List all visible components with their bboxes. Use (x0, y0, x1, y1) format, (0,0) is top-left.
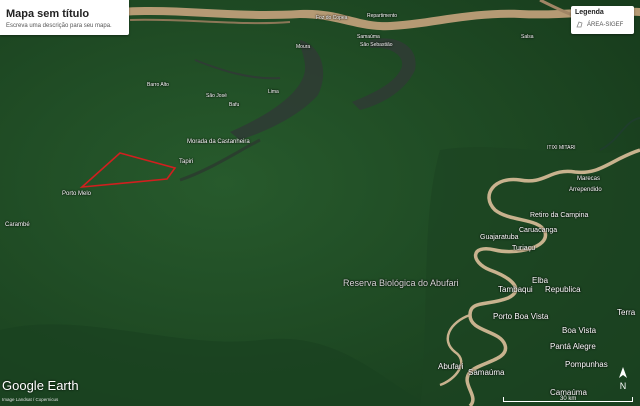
place-label: Arrependido (569, 187, 602, 193)
place-label: Bafu (229, 102, 240, 108)
place-label: Porto Boa Vista (493, 312, 549, 321)
place-label: Abufari (438, 362, 464, 371)
place-label: Tapiri (179, 159, 194, 165)
place-label: Porto Melo (62, 191, 92, 197)
place-label: Boa Vista (562, 326, 597, 335)
place-label: ITIXI MITARI (547, 145, 576, 151)
place-label: Marecas (577, 176, 601, 182)
google-earth-logo: Google Earth (2, 378, 79, 393)
map-description[interactable]: Escreva uma descrição para seu mapa. (6, 23, 112, 29)
place-label: Morada da Castanheira (187, 139, 250, 145)
place-label: Moura (296, 44, 311, 50)
scale-label: 30 km (560, 396, 577, 402)
place-label: Pantá Alegre (550, 342, 596, 351)
legend-title: Legenda (575, 9, 604, 16)
place-label: São José (206, 93, 227, 99)
place-label: Salsa (521, 34, 534, 40)
place-label: Foz do Copea (316, 15, 348, 21)
imagery-credit: Image Landsat / Copernicus (2, 397, 59, 402)
place-label: Pompunhas (565, 360, 608, 369)
place-label: Terra (617, 308, 636, 317)
polygon-outline-icon (576, 21, 583, 28)
map-title[interactable]: Mapa sem título (6, 8, 89, 20)
satellite-map[interactable] (0, 0, 640, 406)
place-label: São Sebastião (360, 42, 393, 48)
place-label: Samaúma (357, 34, 380, 40)
place-label: Samaúma (468, 368, 505, 377)
place-label: Guajaratuba (480, 234, 519, 241)
place-label: Carambé (5, 222, 30, 228)
place-label: Barro Alto (147, 82, 169, 88)
legend-panel[interactable]: Legenda ÁREA-SIGEF (571, 6, 634, 34)
place-label: Caruacanga (519, 227, 558, 234)
reserve-label: Reserva Biológica do Abufari (343, 278, 459, 288)
map-info-panel[interactable]: Mapa sem título Escreva uma descrição pa… (0, 0, 129, 35)
place-label: Elba (532, 276, 549, 285)
place-label: Repartimento (367, 13, 398, 19)
north-arrow-icon[interactable]: N (616, 366, 630, 392)
place-label: Lima (268, 89, 279, 95)
north-label: N (620, 381, 627, 391)
place-label: Turiaçu (512, 245, 536, 252)
legend-item-label: ÁREA-SIGEF (587, 22, 624, 28)
place-label: Retiro da Campina (530, 212, 589, 219)
place-label: Tambaqui (498, 285, 533, 294)
place-label: Republica (545, 285, 581, 294)
